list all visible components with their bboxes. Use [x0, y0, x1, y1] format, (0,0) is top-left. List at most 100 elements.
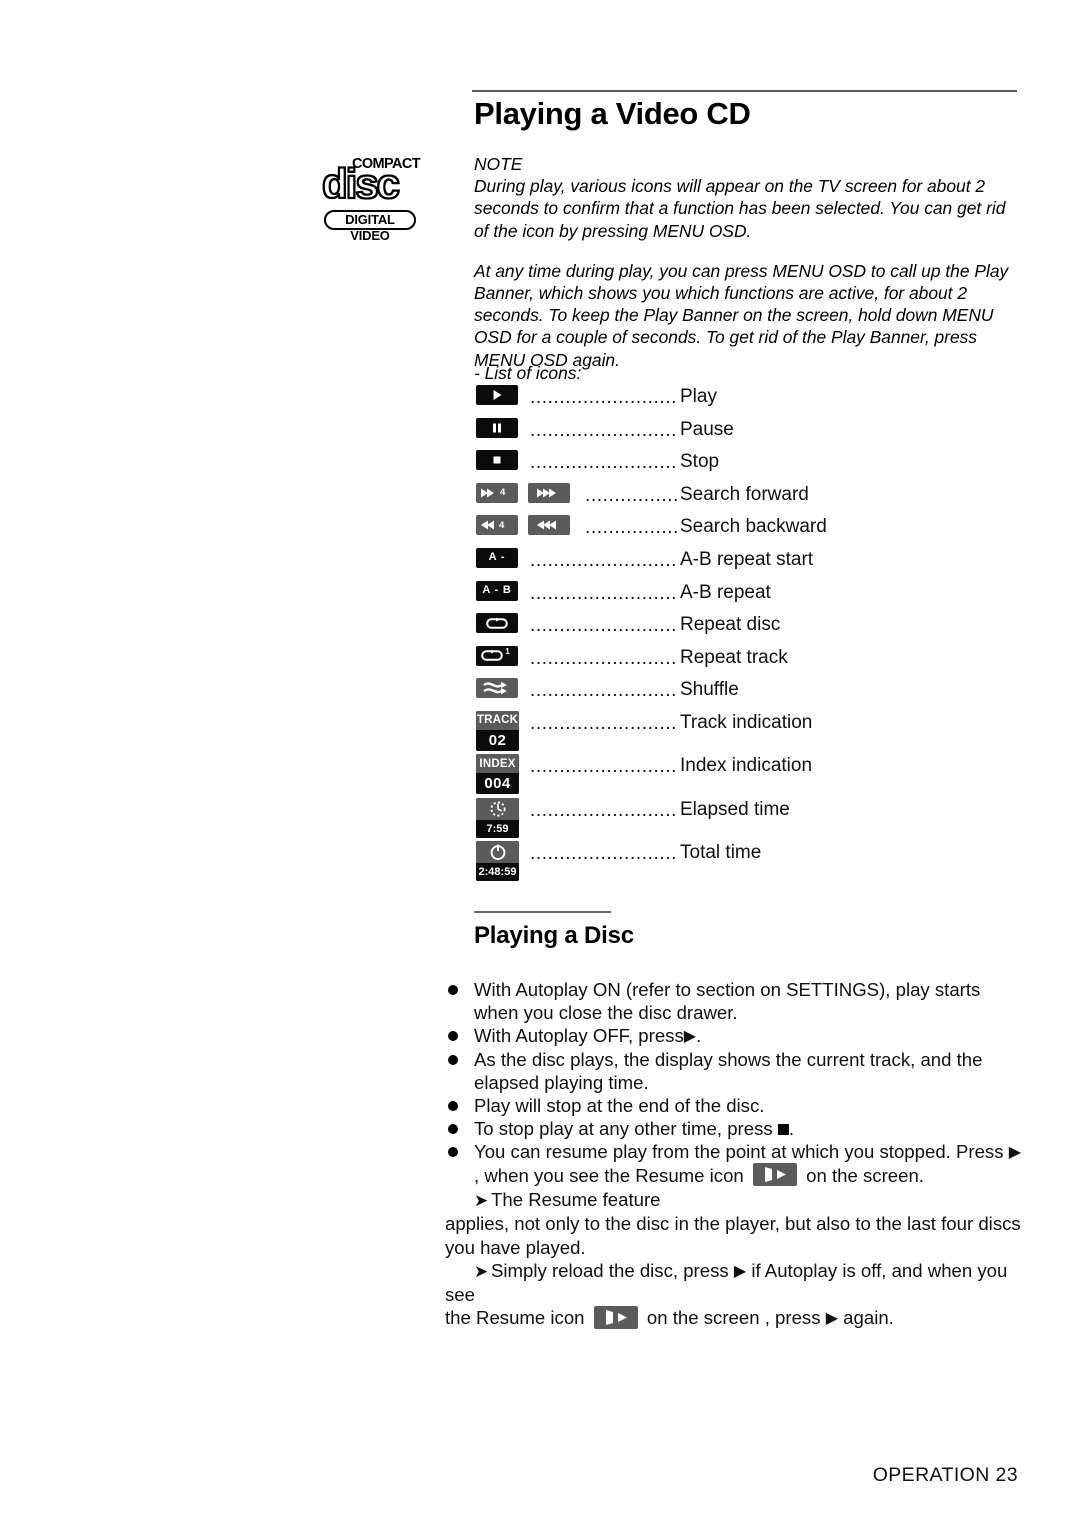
list-of-icons-caption: - List of icons:: [474, 363, 582, 383]
leader-dots: ........................................: [530, 419, 678, 441]
bullet-dot: [448, 1147, 458, 1158]
play-icon: [476, 385, 518, 405]
arrow-icon: ➤: [474, 1261, 489, 1281]
list-item: Play will stop at the end of the disc.: [445, 1094, 1025, 1117]
ab-repeat-text: A - B: [482, 584, 512, 597]
logo-digital-video-badge: DIGITAL VIDEO: [324, 210, 416, 243]
track-indication-icon: TRACK 02: [476, 710, 519, 751]
list-item-text: With Autoplay ON (refer to section on SE…: [474, 979, 981, 1024]
title-divider: [472, 90, 1017, 92]
playing-a-disc-bullets: With Autoplay ON (refer to section on SE…: [445, 978, 1025, 1331]
bullet-dot: [448, 985, 458, 995]
play-glyph-icon: ▶: [825, 1310, 838, 1328]
elapsed-clock-glyph: [476, 797, 519, 820]
play-glyph-icon: ▶: [1008, 1144, 1022, 1162]
legend-icons: [476, 678, 518, 699]
leader-dots: ........................................: [530, 615, 678, 637]
legend-label: A-B repeat: [680, 581, 771, 603]
legend-icons: A -: [476, 547, 518, 568]
page-title: Playing a Video CD: [474, 96, 751, 131]
legend-icons: [476, 417, 518, 438]
legend-row: 2:48:59 ................................…: [476, 841, 916, 885]
leader-dots: ........................................: [530, 582, 678, 604]
note-spacer: [474, 242, 1020, 260]
search-backward-icon: [528, 515, 570, 536]
subsection-divider: [474, 911, 611, 913]
compact-disc-digital-video-logo: COMPACT disc DIGITAL VIDEO: [321, 156, 421, 243]
shuffle-icon: [476, 678, 518, 699]
legend-label: Shuffle: [680, 679, 739, 701]
icon-legend: ........................................…: [476, 385, 916, 885]
note-paragraph-2: At any time during play, you can press M…: [474, 260, 1009, 370]
document-page: Playing a Video CD COMPACT disc DIGITAL …: [0, 0, 1080, 1528]
elapsed-time-icon: 7:59: [476, 797, 519, 838]
search-forward-speed-icon: 4: [476, 482, 518, 503]
logo-disc-text: disc: [321, 160, 401, 207]
note-arrow-item: ➤ The Resume feature: [445, 1188, 1025, 1212]
bullet-dot: [448, 1054, 458, 1065]
repeat-track-icon: 1: [476, 645, 518, 666]
legend-label: Track indication: [680, 711, 813, 733]
legend-row: A - ....................................…: [476, 547, 916, 581]
index-number: 004: [476, 773, 519, 795]
arrow-icon: ➤: [474, 1191, 489, 1211]
legend-label: A-B repeat start: [680, 548, 814, 570]
legend-label: Total time: [680, 842, 762, 864]
leader-dots: ........................................: [585, 517, 677, 539]
page-footer: OPERATION 23: [872, 1464, 1018, 1486]
legend-row: ........................................…: [476, 450, 916, 483]
track-label: TRACK: [476, 710, 519, 730]
list-item-tail: on the screen.: [806, 1164, 924, 1186]
legend-label: Search backward: [680, 516, 827, 538]
arrow-item-label: The Resume feature: [491, 1189, 661, 1211]
arrow-item-body: applies, not only to the disc in the pla…: [445, 1213, 1021, 1258]
legend-row: INDEX 004 ..............................…: [476, 754, 916, 798]
arrow-item-tail: the Resume icon on the screen , press ▶ …: [445, 1305, 1025, 1331]
search-backward-speed-icon: 4: [476, 515, 518, 536]
leader-dots: ........................................: [585, 484, 677, 506]
leader-dots: ........................................: [530, 843, 678, 865]
legend-label: Stop: [680, 451, 720, 473]
elapsed-time-value: 7:59: [476, 819, 519, 838]
legend-row: ........................................…: [476, 385, 916, 418]
arrow-item-text-3: the Resume icon: [445, 1307, 585, 1329]
leader-dots: ........................................: [530, 647, 678, 669]
pause-icon: [476, 417, 518, 438]
bullet-dot: [448, 1101, 458, 1112]
list-item-suffix: .: [696, 1025, 702, 1047]
legend-icons: [476, 450, 518, 471]
list-item-text: You can resume play from the point at wh…: [474, 1141, 1004, 1163]
leader-dots: ........................................: [530, 452, 678, 474]
search-backward-speed-text: 4: [499, 519, 505, 531]
legend-icons: [476, 385, 518, 405]
list-item-text: As the disc plays, the display shows the…: [474, 1048, 983, 1093]
legend-label: Repeat disc: [680, 614, 781, 636]
repeat-track-number: 1: [505, 646, 510, 656]
legend-row: ........................................…: [476, 417, 916, 451]
legend-row: ........................................…: [476, 613, 916, 646]
bullet-dot: [448, 1124, 458, 1135]
leader-dots: ........................................: [530, 799, 678, 821]
index-label: INDEX: [476, 754, 519, 774]
leader-dots: ........................................: [530, 756, 678, 778]
total-clock-glyph: [476, 841, 519, 864]
legend-label: Repeat track: [680, 646, 788, 668]
list-item: You can resume play from the point at wh…: [445, 1140, 1025, 1188]
legend-icons: A - B: [476, 580, 518, 601]
play-glyph-icon: ▶: [733, 1262, 747, 1280]
legend-label: Elapsed time: [680, 798, 790, 820]
note-arrow-item: ➤ Simply reload the disc, press ▶ if Auto…: [445, 1259, 1025, 1306]
index-indication-icon: INDEX 004: [476, 754, 519, 795]
legend-label: Index indication: [680, 755, 813, 777]
resume-icon: [752, 1163, 797, 1187]
legend-row: 7:59 ...................................…: [476, 797, 916, 842]
repeat-disc-icon: [476, 613, 518, 634]
legend-row: 1 ......................................…: [476, 645, 916, 679]
stop-glyph-icon: [777, 1124, 789, 1136]
list-item-text: To stop play at any other time, press: [474, 1118, 773, 1140]
leader-dots: ........................................: [530, 712, 678, 734]
note-paragraph-1: During play, various icons will appear o…: [474, 176, 1006, 241]
legend-label: Play: [680, 386, 717, 407]
leader-dots: ........................................: [530, 549, 678, 571]
list-item-suffix: .: [788, 1118, 795, 1140]
